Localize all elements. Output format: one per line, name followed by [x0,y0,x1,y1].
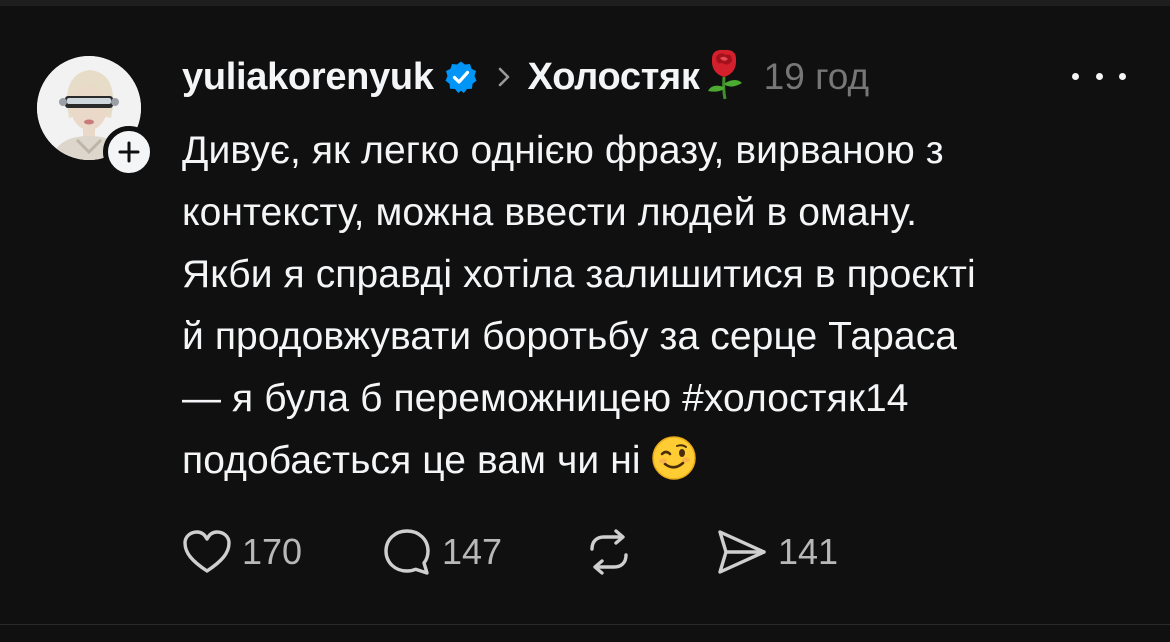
author-avatar-container[interactable] [37,56,155,178]
post-timestamp: 19 год [763,56,870,97]
heart-icon [183,530,231,573]
share-count: 141 [778,531,839,572]
like-button[interactable]: 170 [182,524,302,580]
post-text-line: подобається це вам чи ні [182,439,641,482]
comment-button[interactable]: 147 [382,524,502,580]
repost-button[interactable] [584,524,644,580]
rose-emoji-icon [702,47,746,101]
post-text-line-with-hashtag: — я була б переможницею #холостяк14 [182,377,909,420]
comment-bubble-icon [384,529,430,575]
chevron-right-icon [496,66,512,88]
comment-count: 147 [442,531,503,572]
post-text-line: контексту, можна ввести людей в оману. [182,191,918,234]
top-divider [0,0,1170,6]
post-body: Дивує, як легко однією фразу, вирваною з… [182,120,1142,492]
verified-badge-icon [444,60,478,94]
bottom-divider [0,624,1170,625]
more-dot-icon [1095,72,1103,80]
more-options-button[interactable] [1072,62,1126,90]
share-button[interactable]: 141 [716,524,838,580]
more-dot-icon [1072,72,1079,80]
post-text-line: Якби я справді хотіла залишитися в проєк… [182,253,976,296]
post-text-line: й продовжувати боротьбу за серце Тараса [182,315,958,358]
winking-face-emoji-icon [651,435,697,481]
repost-icon [590,529,628,575]
post-header: yuliakorenyuk Холостяк 19 год [182,47,870,104]
follow-button[interactable] [103,126,155,178]
more-dot-icon [1119,72,1126,80]
send-icon [718,530,766,574]
post-text-line: Дивує, як легко однією фразу, вирваною з [182,129,944,172]
author-username[interactable]: yuliakorenyuk [182,56,434,99]
plus-icon [118,141,140,163]
action-bar: 170 147 141 [182,524,882,580]
community-name[interactable]: Холостяк [528,56,700,99]
post-text-last-line: подобається це вам чи ні [182,430,1142,492]
like-count: 170 [242,531,303,572]
